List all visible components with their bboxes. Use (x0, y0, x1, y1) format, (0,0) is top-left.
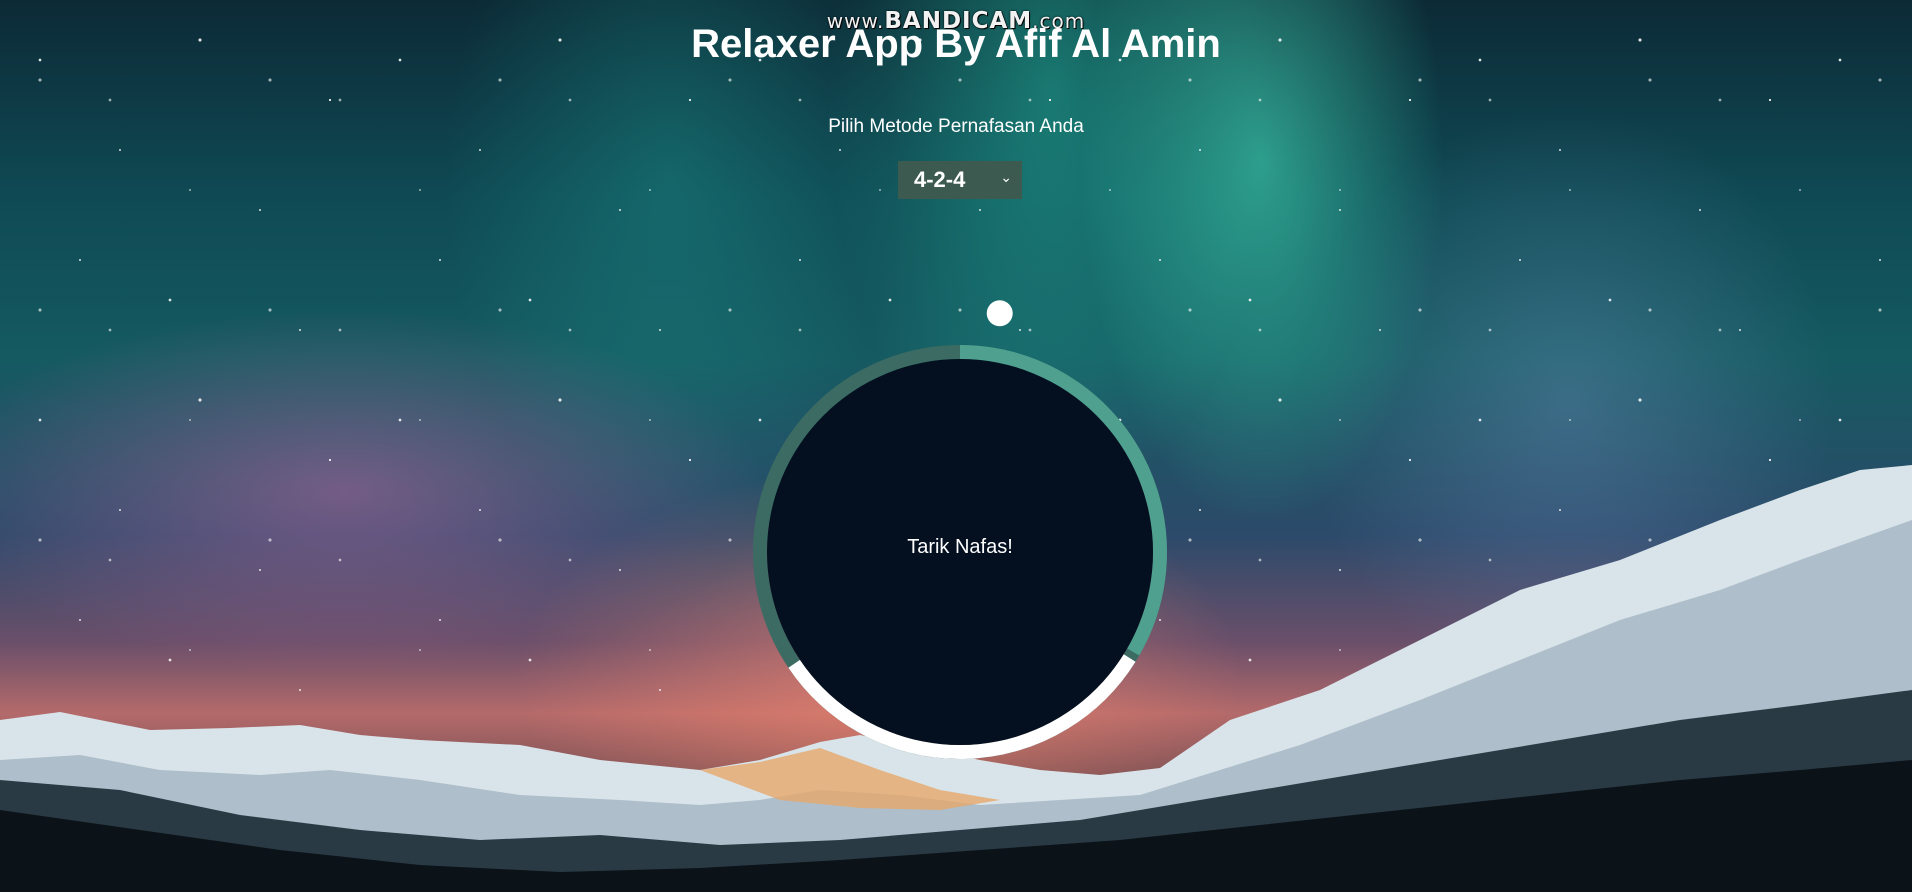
method-prompt: Pilih Metode Pernafasan Anda (828, 116, 1084, 137)
page-title: Relaxer App By Afif Al Amin (691, 22, 1221, 66)
breathing-method-select[interactable]: 4-2-4 ⌄ (898, 161, 1022, 199)
chevron-down-icon: ⌄ (1000, 169, 1012, 185)
selected-method-value: 4-2-4 (914, 167, 966, 192)
app-background: www.BANDICAM.com Relaxer App By Afif Al … (0, 0, 1912, 892)
